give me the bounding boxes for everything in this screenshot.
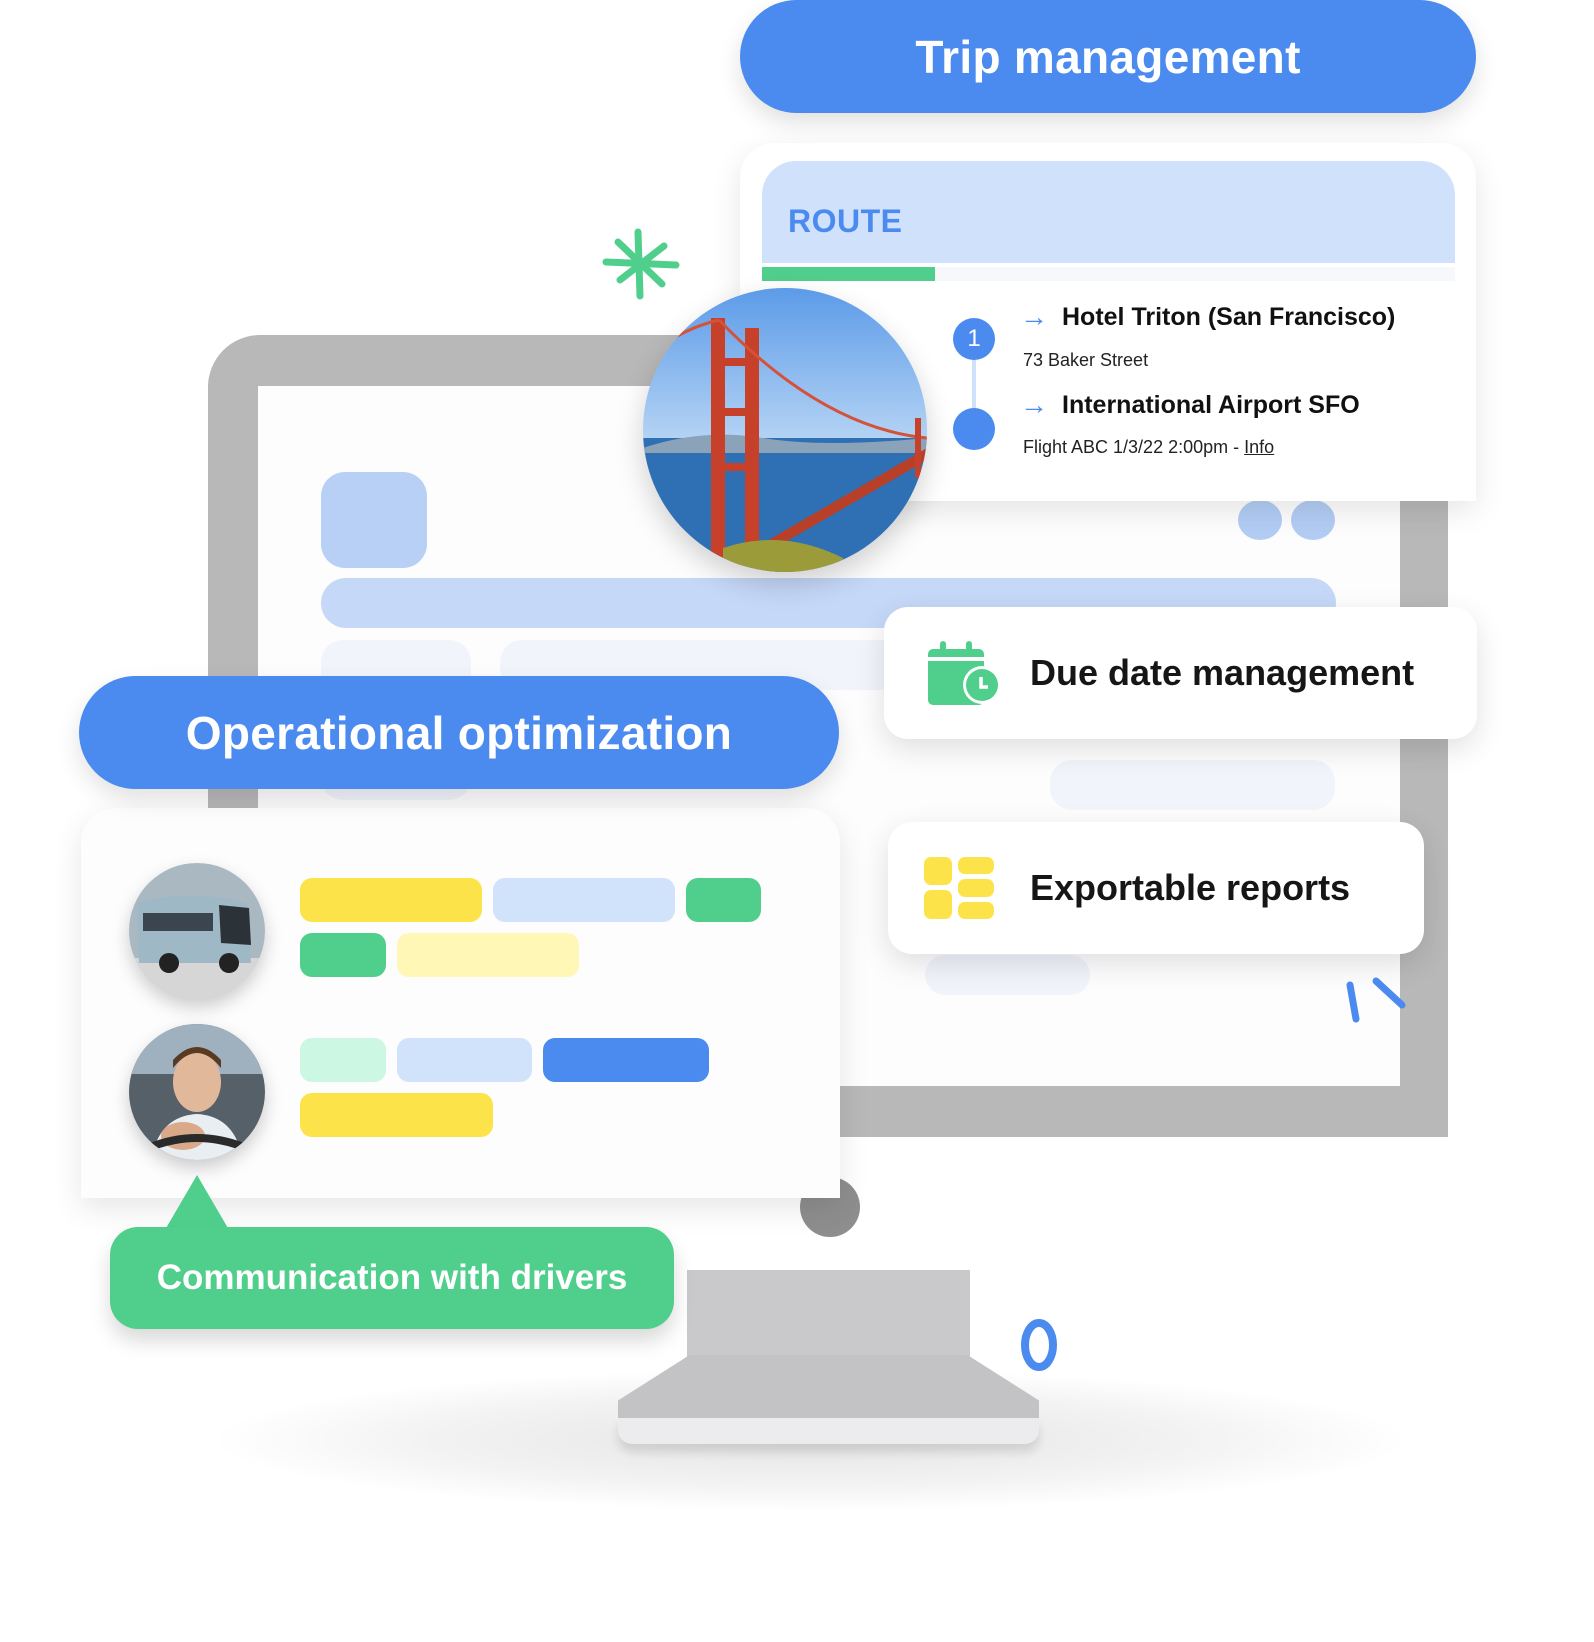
trip-management-title: Trip management	[915, 30, 1301, 83]
driver-photo-illustration	[129, 1024, 265, 1160]
stop-name: International Airport SFO	[1062, 390, 1360, 419]
stop-marker	[953, 408, 995, 450]
route-progress-fill	[762, 267, 936, 281]
status-chip	[543, 1038, 709, 1082]
arrow-right-icon: →	[1020, 301, 1048, 332]
golden-gate-bridge-photo	[643, 288, 927, 572]
communication-with-drivers-bubble: Communication with drivers	[110, 1227, 674, 1329]
stop-marker: 1	[953, 318, 995, 360]
status-chip	[300, 1093, 493, 1137]
route-progress-track	[762, 267, 1455, 281]
sparkle-icon	[602, 228, 680, 300]
report-grid-icon	[924, 857, 994, 919]
status-chip	[300, 878, 482, 922]
status-chip	[300, 1038, 386, 1082]
due-date-management-label: Due date management	[1030, 652, 1415, 693]
driver-photo	[129, 1024, 265, 1160]
info-link[interactable]: Info	[1244, 437, 1274, 457]
arrow-right-icon: →	[1020, 389, 1048, 420]
placeholder-faint-block	[1050, 760, 1335, 810]
exportable-reports-card[interactable]: Exportable reports	[888, 822, 1424, 954]
exportable-reports-label: Exportable reports	[1030, 867, 1351, 908]
monitor-stand-base	[618, 1355, 1039, 1420]
status-chip	[397, 1038, 532, 1082]
stop-item[interactable]: → International Airport SFO	[1020, 389, 1360, 421]
stop-detail-text: Flight ABC 1/3/22 2:00pm -	[1023, 437, 1245, 457]
placeholder-faint-block	[925, 955, 1090, 995]
placeholder-dot	[1291, 500, 1335, 540]
status-chip	[493, 878, 675, 922]
status-chip	[686, 878, 761, 922]
stop-marker-number: 1	[967, 325, 981, 352]
status-chip	[300, 933, 386, 977]
operational-card	[81, 808, 840, 1198]
stop-item[interactable]: → Hotel Triton (San Francisco)	[1020, 301, 1395, 333]
accent-ring-icon	[1021, 1319, 1057, 1371]
due-date-management-card[interactable]: Due date management	[884, 607, 1477, 739]
status-chip	[397, 933, 579, 977]
placeholder-dot	[1238, 500, 1282, 540]
stop-name: Hotel Triton (San Francisco)	[1062, 302, 1396, 331]
bus-photo-illustration	[129, 863, 265, 999]
trip-management-pill: Trip management	[740, 0, 1476, 113]
operational-optimization-pill: Operational optimization	[79, 676, 839, 789]
monitor-stand-foot	[618, 1418, 1039, 1444]
placeholder-logo-block	[321, 472, 427, 568]
bus-photo	[129, 863, 265, 999]
operational-optimization-title: Operational optimization	[185, 706, 733, 759]
stop-detail: 73 Baker Street	[1023, 350, 1149, 370]
route-title: ROUTE	[788, 203, 903, 239]
bridge-photo-illustration	[643, 288, 927, 572]
stop-detail: Flight ABC 1/3/22 2:00pm - Info	[1023, 437, 1274, 458]
route-header: ROUTE	[762, 161, 1455, 263]
calendar-clock-icon	[928, 641, 1000, 705]
accent-strokes-icon	[1346, 977, 1406, 1023]
communication-label: Communication with drivers	[156, 1258, 628, 1297]
